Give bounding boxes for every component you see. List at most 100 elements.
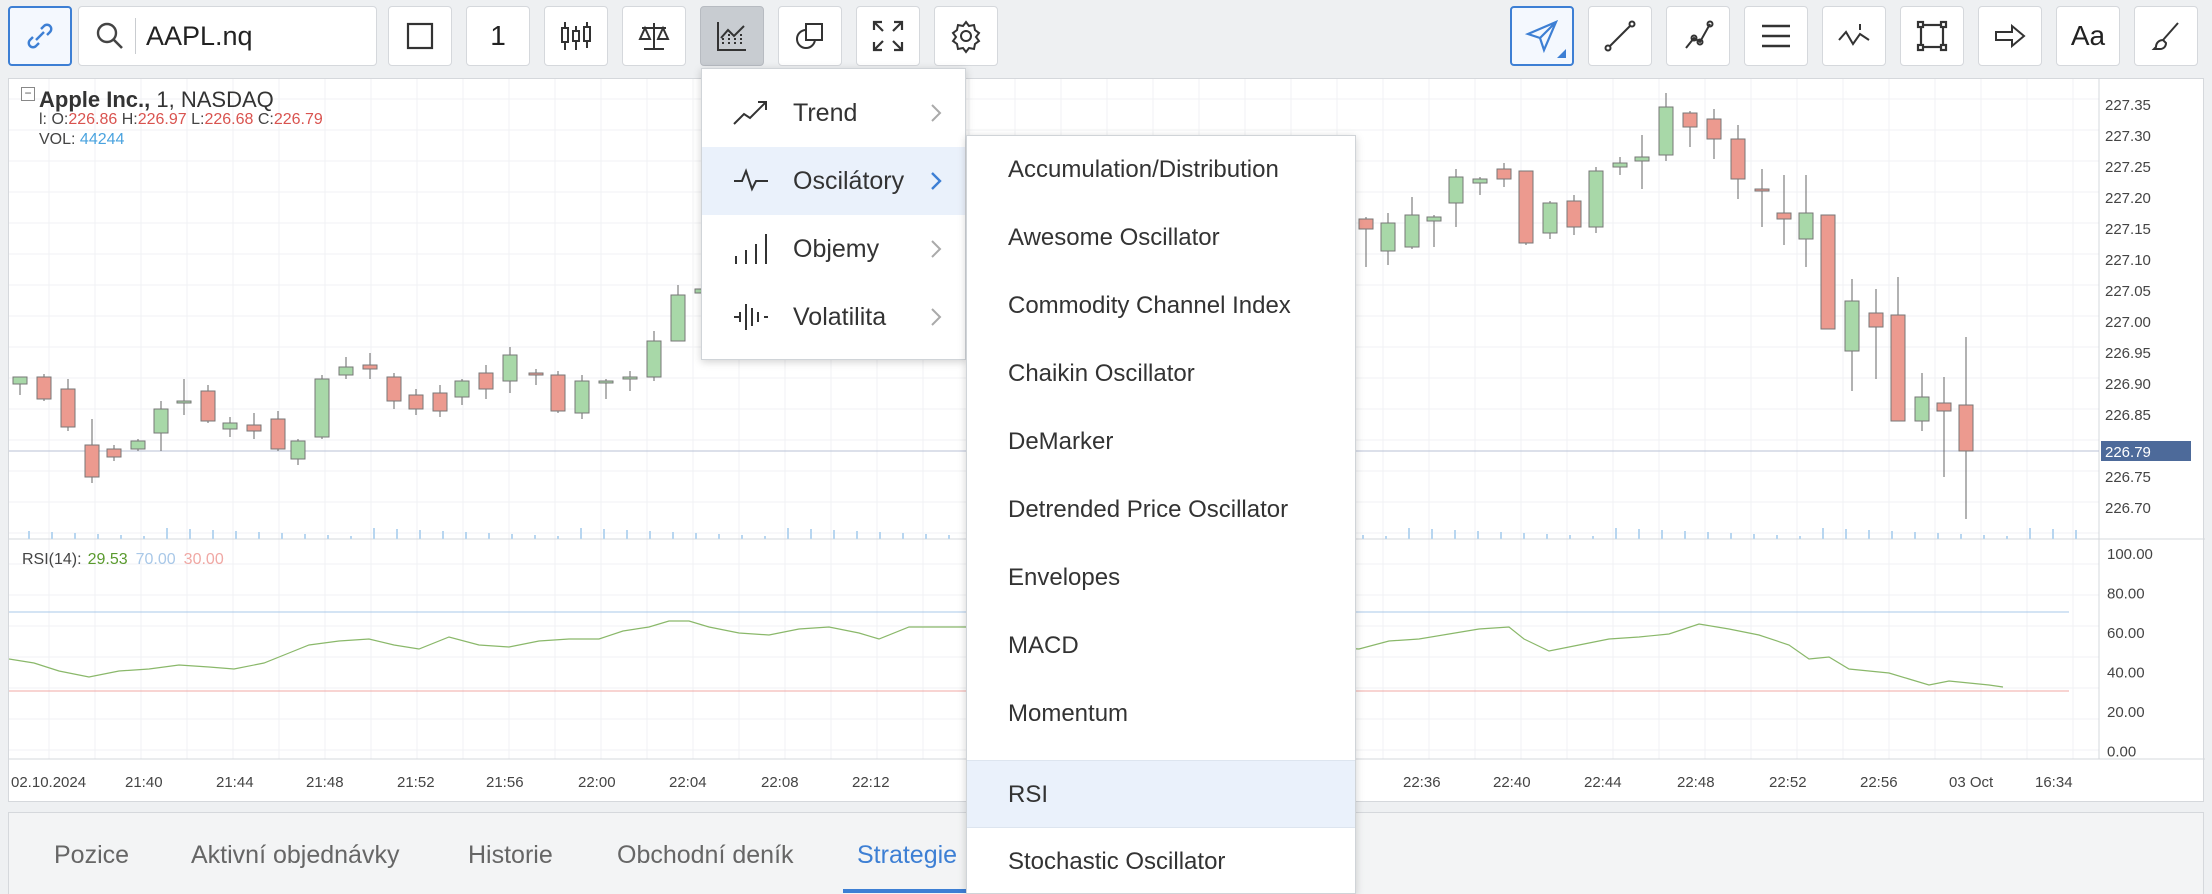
low-label: L:	[191, 111, 205, 128]
multi-line-tool-button[interactable]	[1666, 6, 1730, 66]
line-tool-button[interactable]	[1588, 6, 1652, 66]
time-tick-label: 22:52	[1769, 774, 1807, 791]
menu-item-momentum[interactable]: Momentum	[967, 680, 1355, 748]
settings-button[interactable]	[934, 6, 998, 66]
chevron-right-icon	[931, 172, 942, 190]
time-tick-label: 21:56	[486, 774, 524, 791]
link-icon	[27, 23, 53, 49]
pattern-icon	[1838, 24, 1870, 46]
candles-button[interactable]	[544, 6, 608, 66]
text-tool-button[interactable]: Aa	[2056, 6, 2120, 66]
volume-value: 44244	[79, 131, 125, 148]
candle-body	[1914, 396, 1930, 422]
tab-history[interactable]: Historie	[468, 841, 553, 870]
cursor-tool-button[interactable]	[1510, 6, 1574, 66]
candle-body	[1890, 314, 1906, 422]
tab-trading-journal[interactable]: Obchodní deník	[617, 841, 794, 870]
candle-body	[1754, 188, 1770, 192]
menu-item-chaikin-oscillator[interactable]: Chaikin Oscillator	[967, 340, 1355, 408]
candle-body	[130, 440, 146, 450]
candle-body	[1566, 200, 1582, 228]
time-tick-label: 16:34	[2035, 774, 2073, 791]
trading-app: 1	[0, 0, 2212, 894]
menu-item-label: Accumulation/Distribution	[1008, 156, 1279, 183]
compare-button[interactable]	[622, 6, 686, 66]
candle-body	[1820, 214, 1836, 330]
time-tick-label: 21:48	[306, 774, 344, 791]
rsi-tick-label: 20.00	[2107, 704, 2145, 721]
tab-active-orders[interactable]: Aktivní objednávky	[191, 841, 399, 870]
gear-icon	[951, 20, 981, 54]
expand-icon	[872, 20, 904, 52]
rsi-value: 29.53	[87, 551, 128, 568]
time-tick-label: 22:08	[761, 774, 799, 791]
indicators-button[interactable]	[700, 6, 764, 66]
search-icon	[96, 22, 123, 49]
horizontal-lines-icon	[1762, 24, 1790, 48]
candle-body	[338, 366, 354, 376]
candle-body	[1634, 156, 1650, 162]
menu-item-label: Momentum	[1008, 700, 1129, 727]
candle-body	[670, 294, 686, 342]
menu-item-label: Commodity Channel Index	[1008, 292, 1291, 319]
chart-legend-title: Apple Inc., 1, NASDAQ	[39, 87, 274, 113]
rsi-tick-label: 40.00	[2107, 665, 2145, 682]
high-label: H:	[121, 111, 138, 128]
price-tick-label: 226.85	[2105, 407, 2151, 424]
fullscreen-button[interactable]	[856, 6, 920, 66]
rsi-lower-level: 30.00	[183, 551, 224, 568]
menu-item-demarker[interactable]: DeMarker	[967, 408, 1355, 476]
menu-item-awesome-oscillator[interactable]: Awesome Oscillator	[967, 204, 1355, 272]
symbol-search[interactable]	[78, 6, 377, 66]
menu-item-accumulation-distribution[interactable]: Accumulation/Distribution	[967, 136, 1355, 204]
rsi-tick-label: 60.00	[2107, 625, 2145, 642]
candle-body	[222, 422, 238, 430]
candle-body	[1658, 106, 1674, 156]
chevron-right-icon	[931, 308, 942, 326]
menu-item-detrended-price-oscillator[interactable]: Detrended Price Oscillator	[967, 476, 1355, 544]
menu-item-envelopes[interactable]: Envelopes	[967, 544, 1355, 612]
menu-item-volatility[interactable]: Volatilita	[702, 283, 965, 351]
tab-positions[interactable]: Pozice	[54, 841, 129, 870]
price-tick-label: 227.35	[2105, 97, 2151, 114]
link-button[interactable]	[8, 6, 72, 66]
time-tick-label: 22:36	[1403, 774, 1441, 791]
brush-tool-button[interactable]	[2134, 6, 2198, 66]
tool-badge	[1557, 49, 1566, 58]
interval-button[interactable]: 1	[466, 6, 530, 66]
chevron-right-icon	[931, 240, 942, 258]
toolbar: 1	[0, 0, 2212, 74]
candle-body	[478, 372, 494, 390]
price-tick-label: 227.20	[2105, 190, 2151, 207]
price-tick-label: 226.95	[2105, 345, 2151, 362]
menu-item-commodity-channel-index[interactable]: Commodity Channel Index	[967, 272, 1355, 340]
price-tick-label: 227.25	[2105, 159, 2151, 176]
candle-body	[1496, 168, 1512, 180]
polyline-icon	[1685, 20, 1714, 49]
shapes-button[interactable]	[778, 6, 842, 66]
low-value: 226.68	[204, 111, 254, 128]
time-tick-label: 22:04	[669, 774, 707, 791]
menu-item-macd[interactable]: MACD	[967, 612, 1355, 680]
tab-strategies[interactable]: Strategie	[857, 841, 957, 870]
menu-item-stochastic-oscillator[interactable]: Stochastic Oscillator	[967, 828, 1355, 894]
menu-item-rsi[interactable]: RSI	[967, 760, 1355, 828]
rectangle-tool-button[interactable]	[1900, 6, 1964, 66]
oscillator-icon	[734, 168, 768, 192]
chart-type-button[interactable]	[388, 6, 452, 66]
menu-item-label: RSI	[1008, 781, 1049, 808]
symbol-input[interactable]	[146, 20, 366, 52]
menu-item-oscillators[interactable]: Oscilátory	[702, 147, 965, 215]
candle-body	[408, 394, 424, 410]
pattern-tool-button[interactable]	[1822, 6, 1886, 66]
volatility-icon	[734, 304, 768, 330]
menu-item-trend[interactable]: Trend	[702, 79, 965, 147]
collapse-legend-button[interactable]: −	[21, 87, 35, 101]
price-tick-label: 226.90	[2105, 376, 2151, 393]
current-price-label: 226.79	[2105, 444, 2151, 461]
fib-tool-button[interactable]	[1744, 6, 1808, 66]
time-tick-label: 21:40	[125, 774, 163, 791]
time-tick-label: 21:44	[216, 774, 254, 791]
arrow-tool-button[interactable]	[1978, 6, 2042, 66]
menu-item-volumes[interactable]: Objemy	[702, 215, 965, 283]
